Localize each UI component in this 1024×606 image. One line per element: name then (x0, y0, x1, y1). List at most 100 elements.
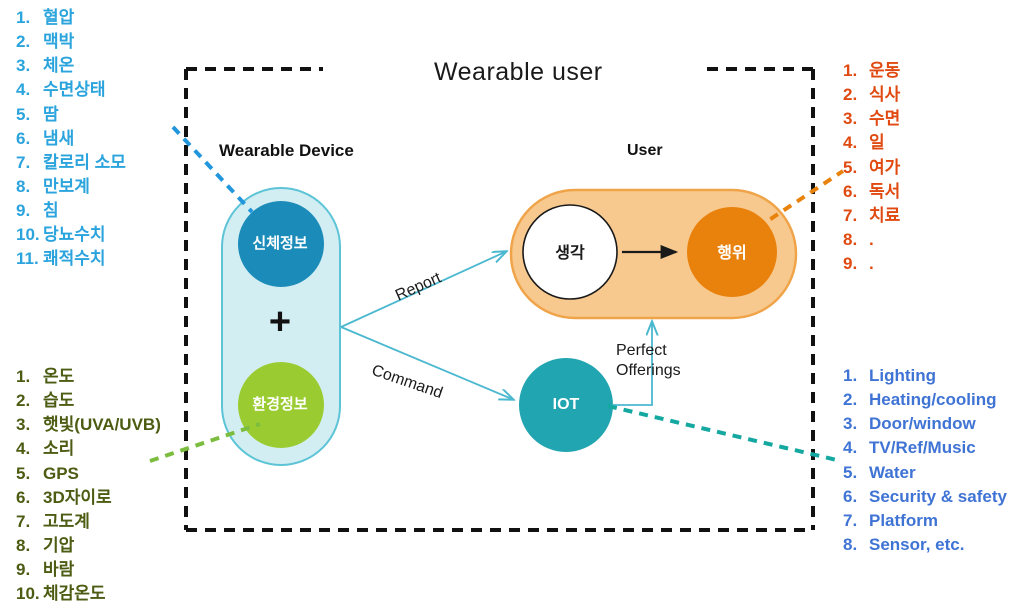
user-action-connector (755, 169, 845, 230)
list-item-number: 8. (16, 535, 31, 555)
list-item: 7. Platform (843, 509, 1007, 533)
env-info-connector (149, 422, 261, 463)
thought-label: 생각 (555, 245, 585, 262)
list-item-number: 2. (16, 391, 31, 411)
list-item-number: 6. (843, 181, 858, 201)
list-item: 11. 쾌적수치 (16, 247, 126, 271)
list-item-label: 운동 (869, 61, 901, 80)
list-item-label: 맥박 (43, 32, 75, 52)
list-item-number: 1. (843, 366, 858, 385)
list-item-number: 2. (843, 85, 858, 105)
list-item-label: 체감온도 (43, 584, 106, 604)
body-info-connector (171, 125, 254, 214)
list-item: 1. 혈압 (16, 6, 126, 30)
list-item-label: 만보계 (43, 176, 90, 196)
list-item-number: 1. (843, 61, 858, 80)
list-item: 2. 습도 (16, 389, 161, 413)
list-item: 7. 칼로리 소모 (16, 151, 126, 175)
list-item-label: 습도 (43, 391, 75, 411)
list-item: 9. 침 (16, 199, 126, 223)
list-item-number: 9. (16, 560, 31, 579)
list-item: 3. 햇빛(UVA/UVB) (16, 413, 161, 437)
list-item-number: 7. (16, 511, 31, 531)
list-item-label: 냄새 (43, 128, 75, 148)
list-item-number: 6. (16, 128, 31, 148)
list-item-label: Sensor, etc. (869, 534, 965, 554)
env-info-label: 환경정보 (252, 396, 308, 413)
list-item-number: 2. (843, 390, 858, 410)
list-item-label: 혈압 (43, 8, 75, 27)
list-item: 9.. (843, 252, 900, 276)
list-item-label: Platform (869, 510, 938, 530)
list-item-label: Door/window (869, 414, 976, 434)
list-item-label: Water (869, 462, 916, 482)
list-item-label: 독서 (869, 181, 901, 201)
list-item-number: 3. (16, 415, 31, 435)
list-item-label: Security & safety (869, 486, 1007, 506)
list-item: 9. 바람 (16, 558, 161, 582)
list-item: 1. Lighting (843, 364, 1007, 388)
iot-service-connector (607, 404, 842, 463)
list-item-number: 3. (16, 56, 31, 76)
list-item: 5. 땀 (16, 103, 126, 127)
list-item-label: 치료 (869, 205, 901, 225)
list-item: 3. 수면 (843, 107, 900, 131)
list-item-label: 수면 (869, 109, 901, 129)
list-item: 2. Heating/cooling (843, 388, 1007, 412)
list-item-number: 5. (16, 463, 31, 483)
list-item-number: 9. (843, 254, 858, 273)
env-info-list: 1. 온도 2. 습도 3. 햇빛(UVA/UVB) 4. 소리 5. GPS 6. 3D자이로 7. 고… (16, 365, 161, 606)
list-item-number: 4. (843, 438, 858, 458)
plus-symbol: + (268, 301, 292, 343)
user-action-list: 1. 운동 2. 식사 3. 수면 4. 일 5. 여가 6. 독서 7. 치료 8.. 9.. (843, 59, 900, 276)
list-item-label: 땀 (43, 104, 59, 124)
list-item: 4. 수면상태 (16, 78, 126, 102)
list-item-number: 3. (843, 109, 858, 129)
list-item: 6. 냄새 (16, 127, 126, 151)
list-item-label: 수면상태 (43, 80, 106, 100)
body-info-list: 1. 혈압 2. 맥박 3. 체온 4. 수면상태 5. 땀 6. 냄새 7. 칼로리 소모 8. 만보계 9.… (16, 6, 126, 271)
list-item-number: 7. (843, 205, 858, 225)
list-item-label: TV/Ref/Music (869, 438, 976, 458)
iot-service-list: 1. Lighting 2. Heating/cooling 3. Door/window… (843, 364, 1007, 557)
list-item-number: 7. (16, 152, 31, 172)
list-item: 1. 온도 (16, 365, 161, 389)
list-item-number: 6. (843, 486, 858, 506)
list-item: 8. 만보계 (16, 175, 126, 199)
list-item: 5. GPS (16, 462, 161, 486)
list-item: 8.. (843, 228, 900, 252)
system-boundary (184, 67, 815, 532)
list-item-label: . (869, 229, 874, 249)
list-item: 8. 기압 (16, 534, 161, 558)
list-item-number: 2. (16, 32, 31, 52)
list-item-number: 5. (16, 104, 31, 124)
list-item-number: 8. (16, 176, 31, 196)
list-item-label: 체온 (43, 56, 75, 76)
list-item-number: 3. (843, 414, 858, 434)
list-item-label: 침 (43, 201, 59, 220)
list-item: 3. 체온 (16, 54, 126, 78)
diagram-title: Wearable user (434, 58, 603, 86)
list-item-label: 당뇨수치 (43, 225, 106, 245)
list-item-number: 4. (16, 80, 31, 100)
list-item-label: Heating/cooling (869, 390, 997, 410)
list-item-number: 10. (16, 584, 40, 604)
list-item: 6. 3D자이로 (16, 486, 161, 510)
list-item-number: 1. (16, 8, 31, 27)
list-item: 4. 소리 (16, 437, 161, 461)
list-item-label: 기압 (43, 535, 75, 555)
action-label: 행위 (717, 245, 747, 262)
list-item-label: 소리 (43, 439, 75, 459)
list-item: 7. 고도계 (16, 510, 161, 534)
list-item-label: 햇빛(UVA/UVB) (43, 415, 161, 435)
list-item-label: 온도 (43, 367, 75, 386)
list-item-number: 4. (843, 133, 858, 153)
list-item: 6. Security & safety (843, 485, 1007, 509)
wearable-device-label: Wearable Device (219, 141, 354, 160)
list-item-label: . (869, 254, 874, 273)
perfect-offerings-line1: Perfect (616, 342, 667, 359)
list-item: 1. 운동 (843, 59, 900, 83)
list-item-label: 일 (869, 133, 885, 153)
command-edge-label: Command (369, 362, 445, 403)
list-item: 7. 치료 (843, 204, 900, 228)
